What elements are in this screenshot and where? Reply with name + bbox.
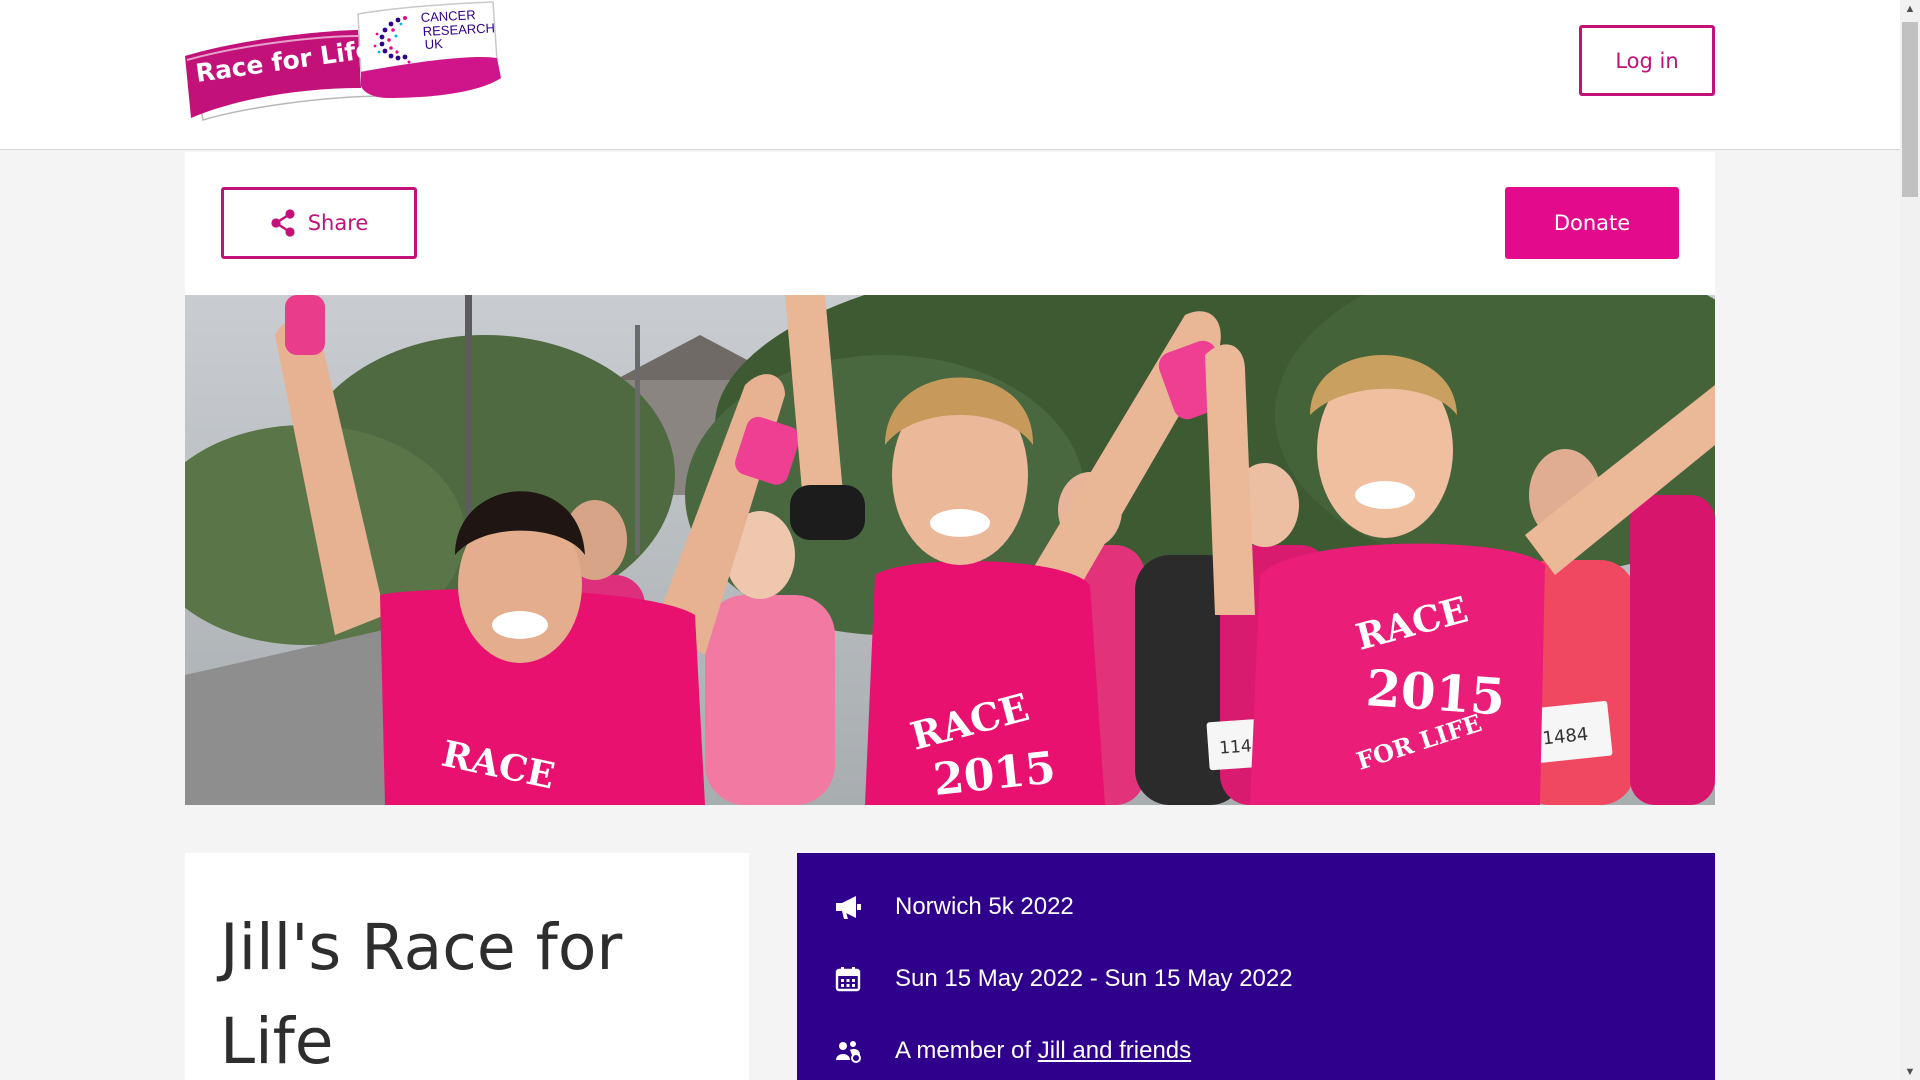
calendar-icon: [833, 964, 863, 994]
megaphone-icon: [833, 892, 863, 922]
event-name: Norwich 5k 2022: [895, 893, 1074, 920]
team-icon: [833, 1036, 863, 1066]
site-header: CANCER RESEARCH UK Race for Life Log in: [0, 0, 1900, 150]
page-scrollbar[interactable]: ▲ ▼: [1900, 0, 1920, 1080]
page-action-bar: Share Donate: [185, 152, 1715, 295]
event-dates: Sun 15 May 2022 - Sun 15 May 2022: [895, 965, 1293, 992]
team-membership-prefix: A member of: [895, 1037, 1032, 1064]
hero-shirt-text-year-3: 2015: [1364, 658, 1507, 727]
event-dates-row: Sun 15 May 2022 - Sun 15 May 2022: [833, 959, 1293, 999]
event-details-panel: Norwich 5k 2022 Sun 15 May 2022 - Sun 15…: [797, 853, 1715, 1080]
team-membership-text: A member of Jill and friends: [895, 1037, 1191, 1065]
team-membership-row: A member of Jill and friends: [833, 1031, 1191, 1071]
share-icon: [271, 209, 295, 237]
event-name-row: Norwich 5k 2022: [833, 887, 1074, 927]
hero-photo-runners: 1144 1484 RACE RACE 2015 RACE 2015 FOR L…: [185, 295, 1715, 805]
donate-button[interactable]: Donate: [1505, 187, 1679, 259]
fundraiser-title-card: Jill's Race for Life: [185, 853, 749, 1080]
scroll-up-arrow-icon[interactable]: ▲: [1900, 0, 1920, 17]
scroll-down-arrow-icon[interactable]: ▼: [1900, 1063, 1920, 1080]
login-button-label: Log in: [1615, 48, 1679, 73]
team-link[interactable]: Jill and friends: [1038, 1037, 1191, 1064]
share-button-label: Share: [307, 211, 369, 235]
share-button[interactable]: Share: [221, 187, 417, 259]
page-title: Jill's Race for Life: [220, 911, 623, 1078]
login-button[interactable]: Log in: [1579, 25, 1715, 96]
scroll-thumb[interactable]: [1902, 22, 1918, 197]
donate-button-label: Donate: [1553, 211, 1631, 235]
race-for-life-logo[interactable]: CANCER RESEARCH UK Race for Life: [183, 0, 501, 122]
logo-partner-line-3: UK: [424, 36, 443, 52]
